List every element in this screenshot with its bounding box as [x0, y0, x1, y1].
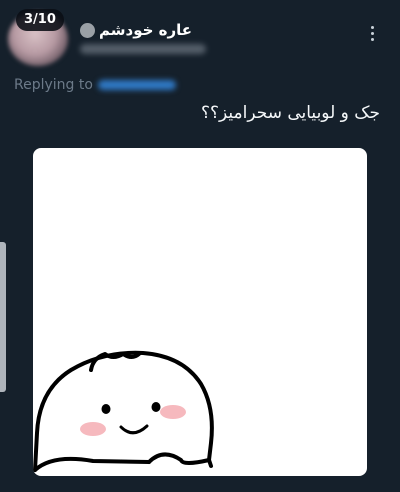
tweet: 3/10 عاره خودشم Replying to جک و لوبیایی…	[0, 0, 400, 492]
author-row: عاره خودشم	[80, 20, 192, 40]
side-scroll-handle[interactable]	[0, 242, 6, 392]
cartoon-face-image	[33, 350, 214, 472]
replying-to-label: Replying to	[14, 77, 93, 93]
replying-to-row: Replying to	[14, 75, 176, 95]
tweet-media-image[interactable]	[33, 148, 367, 476]
vertical-ellipsis-icon	[370, 25, 374, 29]
author-display-name[interactable]: عاره خودشم	[99, 21, 192, 39]
more-options-button[interactable]	[362, 22, 382, 44]
thread-counter-badge: 3/10	[16, 9, 64, 31]
reply-mention-link-redacted[interactable]	[97, 80, 176, 90]
tweet-text: جک و لوبیایی سحرامیز؟؟	[200, 103, 380, 123]
status-dot-icon	[80, 22, 95, 38]
author-handle-redacted	[80, 44, 206, 54]
